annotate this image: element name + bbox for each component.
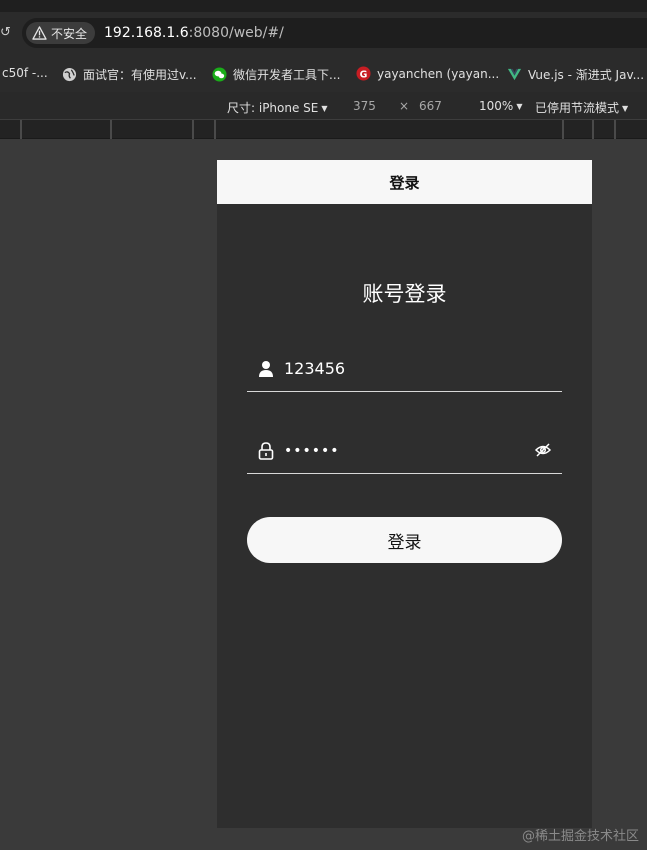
- security-chip[interactable]: 不安全: [26, 22, 96, 44]
- login-button[interactable]: 登录: [247, 517, 562, 563]
- media-query-ruler[interactable]: [0, 120, 647, 139]
- reload-icon[interactable]: ↺: [0, 26, 11, 40]
- wechat-icon: [212, 67, 227, 82]
- viewport-width-input[interactable]: 375: [353, 99, 376, 113]
- device-viewport-area: 登录 账号登录 123456 •••••• 登录 @稀土掘金技术社区: [0, 140, 647, 850]
- gitee-icon: G: [356, 66, 371, 81]
- chevron-down-icon: ▼: [516, 102, 523, 111]
- username-input[interactable]: 123456: [284, 359, 514, 378]
- zoom-select[interactable]: 100% ▼: [479, 99, 522, 113]
- browser-top-strip: [0, 0, 647, 12]
- bookmark-label: 微信开发者工具下...: [233, 68, 341, 82]
- bookmarks-bar: c50f -... 面试官：有使用过v... 微信开发者工具下... G yay…: [0, 54, 647, 92]
- bookmark-label: yayanchen (yayan...: [377, 66, 500, 81]
- svg-text:G: G: [360, 69, 368, 80]
- zoom-select-label: 100%: [479, 99, 514, 113]
- globe-icon: [62, 67, 77, 82]
- url-host: 192.168.1.6: [104, 25, 189, 41]
- bookmark-item[interactable]: Vue.js - 渐进式 Jav...: [507, 66, 644, 83]
- device-select-label: 尺寸: iPhone SE: [227, 101, 319, 115]
- username-field[interactable]: 123456: [247, 346, 562, 392]
- watermark: @稀土掘金技术社区: [521, 829, 639, 844]
- bookmark-label: c50f -...: [2, 66, 48, 80]
- password-field[interactable]: ••••••: [247, 428, 562, 474]
- user-icon: [257, 360, 275, 378]
- throttle-select-label: 已停用节流模式: [535, 101, 620, 115]
- viewport-height-input[interactable]: 667: [419, 99, 442, 113]
- omnibox[interactable]: 不安全 192.168.1.6:8080/web/#/: [22, 18, 647, 48]
- address-bar: ↺ 不安全 192.168.1.6:8080/web/#/: [0, 12, 647, 54]
- bookmark-item[interactable]: c50f -...: [2, 66, 48, 80]
- phone-screen: 登录 账号登录 123456 •••••• 登录: [217, 160, 592, 828]
- url-text[interactable]: 192.168.1.6:8080/web/#/: [104, 25, 284, 41]
- lock-icon: [257, 441, 275, 460]
- device-select[interactable]: 尺寸: iPhone SE ▼: [227, 99, 328, 116]
- bookmark-item[interactable]: G yayanchen (yayan...: [356, 66, 499, 81]
- url-path: :8080/web/#/: [188, 25, 284, 41]
- chevron-down-icon: ▼: [321, 104, 328, 113]
- dimension-separator: ×: [399, 99, 410, 113]
- password-input[interactable]: ••••••: [284, 443, 514, 459]
- bookmark-label: 面试官：有使用过v...: [83, 68, 197, 82]
- device-toolbar: 尺寸: iPhone SE ▼ 375 × 667 100% ▼ 已停用节流模式 ▼: [0, 92, 647, 120]
- security-chip-label: 不安全: [51, 26, 88, 41]
- bookmark-label: Vue.js - 渐进式 Jav...: [528, 68, 645, 82]
- nav-title: 登录: [389, 173, 420, 192]
- eye-off-icon[interactable]: [534, 442, 552, 458]
- vue-icon: [507, 68, 522, 81]
- bookmark-item[interactable]: 面试官：有使用过v...: [62, 66, 197, 83]
- chevron-down-icon: ▼: [622, 104, 629, 113]
- nav-bar: 登录: [217, 160, 592, 204]
- page-title: 账号登录: [362, 282, 447, 306]
- throttle-select[interactable]: 已停用节流模式 ▼: [535, 99, 628, 116]
- bookmark-item[interactable]: 微信开发者工具下...: [212, 66, 340, 83]
- warning-icon: [32, 26, 47, 40]
